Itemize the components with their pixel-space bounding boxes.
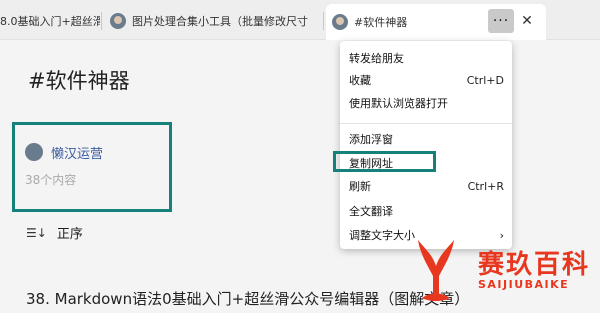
menu-item-share[interactable]: 转发给朋友 xyxy=(349,49,504,67)
tab-title: #软件神器 xyxy=(354,16,408,29)
menu-item-translate[interactable]: 全文翻译 xyxy=(349,202,504,220)
tab-image-tools[interactable]: 图片处理合集小工具（批量修改尺寸 xyxy=(104,6,322,36)
author-name[interactable]: 懒汉运营 xyxy=(51,143,103,162)
menu-item-shortcut: Ctrl+R xyxy=(467,179,504,193)
avatar[interactable] xyxy=(25,143,43,161)
menu-divider xyxy=(340,123,512,124)
sort-toggle[interactable]: ☰↓ 正序 xyxy=(26,223,83,243)
tab-strip: 8.0基础入门+超丝滑 图片处理合集小工具（批量修改尺寸 #软件神器 ··· ✕ xyxy=(0,0,600,40)
menu-item-add-floating-window[interactable]: 添加浮窗 xyxy=(349,130,504,148)
annotation-highlight xyxy=(333,151,436,172)
page-title: #软件神器 xyxy=(28,69,130,93)
menu-item-refresh[interactable]: 刷新 Ctrl+R xyxy=(349,177,504,195)
menu-item-label: 调整文字大小 xyxy=(349,229,415,242)
more-horizontal-icon: ··· xyxy=(492,13,510,29)
watermark-text: 赛玖百科 xyxy=(478,250,591,280)
menu-item-label: 使用默认浏览器打开 xyxy=(349,97,448,110)
tab-divider xyxy=(323,12,324,30)
author-card[interactable]: 懒汉运营 38个内容 xyxy=(12,122,172,212)
menu-item-label: 收藏 xyxy=(349,74,371,87)
menu-item-label: 刷新 xyxy=(349,180,371,193)
menu-item-label: 全文翻译 xyxy=(349,205,393,218)
close-tab-button[interactable]: ✕ xyxy=(518,9,536,33)
menu-item-shortcut: Ctrl+D xyxy=(466,73,504,87)
menu-item-label: 添加浮窗 xyxy=(349,133,393,146)
article-title[interactable]: 38. Markdown语法0基础入门+超丝滑公众号编辑器（图解文章） xyxy=(26,288,469,309)
tab-markdown[interactable]: 8.0基础入门+超丝滑 xyxy=(0,6,100,36)
sort-label: 正序 xyxy=(56,227,83,242)
tab-title: 图片处理合集小工具（批量修改尺寸 xyxy=(132,15,308,28)
watermark-subtext: SAIJIUBAIKE xyxy=(478,278,570,291)
favicon-icon xyxy=(332,14,348,30)
favicon-icon xyxy=(110,13,126,29)
watermark-logo: 赛玖百科 SAIJIUBAIKE xyxy=(412,236,600,313)
menu-item-favorite[interactable]: 收藏 Ctrl+D xyxy=(349,71,504,89)
context-menu: 转发给朋友 收藏 Ctrl+D 使用默认浏览器打开 添加浮窗 复制网址 刷新 C… xyxy=(340,41,512,249)
close-icon: ✕ xyxy=(521,13,533,29)
tab-title: 8.0基础入门+超丝滑 xyxy=(0,15,100,28)
whale-tail-icon xyxy=(418,240,454,301)
more-options-button[interactable]: ··· xyxy=(488,9,514,33)
content-count: 38个内容 xyxy=(25,173,77,187)
menu-item-label: 转发给朋友 xyxy=(349,52,404,65)
menu-item-open-in-browser[interactable]: 使用默认浏览器打开 xyxy=(349,94,504,112)
sort-icon: ☰↓ xyxy=(26,225,47,240)
tab-divider xyxy=(101,12,102,30)
